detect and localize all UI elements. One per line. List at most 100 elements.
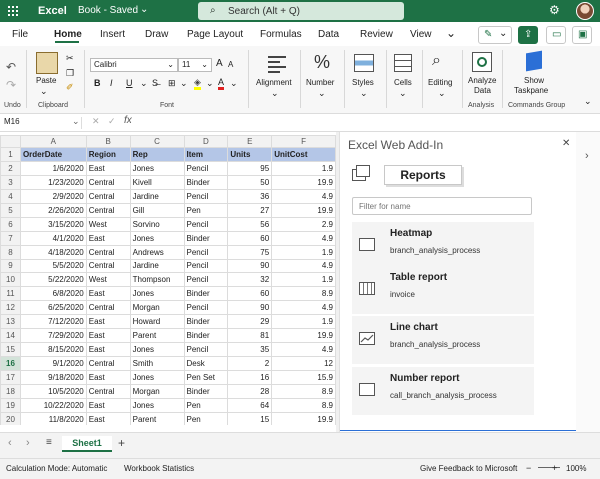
header-cell[interactable]: Region: [85, 147, 131, 162]
cell[interactable]: Central: [85, 356, 131, 371]
cell[interactable]: 60: [227, 230, 273, 246]
cell[interactable]: 19.9: [271, 174, 336, 190]
styles-button[interactable]: Styles: [352, 78, 374, 87]
cell[interactable]: 5/22/2020: [19, 272, 87, 288]
cell[interactable]: Pen: [183, 397, 229, 413]
cell[interactable]: 7/12/2020: [19, 314, 87, 330]
formula-input[interactable]: [142, 116, 336, 129]
column-header-d[interactable]: D: [183, 135, 229, 148]
feedback-link[interactable]: Give Feedback to Microsoft: [420, 464, 517, 473]
row-header[interactable]: 15: [0, 342, 21, 358]
row-header[interactable]: 18: [0, 383, 21, 399]
cell[interactable]: 9/1/2020: [19, 356, 87, 371]
calculation-mode[interactable]: Calculation Mode: Automatic: [6, 464, 107, 473]
header-cell[interactable]: UnitCost: [271, 147, 336, 162]
cell[interactable]: 6/8/2020: [19, 286, 87, 302]
report-item-number-report[interactable]: Number report call_branch_analysis_proce…: [352, 367, 534, 415]
styles-icon[interactable]: [354, 54, 374, 72]
paste-icon[interactable]: [36, 52, 58, 74]
cell[interactable]: 35: [227, 342, 273, 358]
cell[interactable]: Binder: [183, 174, 229, 190]
book-title[interactable]: Book - Saved: [78, 5, 138, 16]
cell[interactable]: Howard: [129, 314, 185, 330]
row-header[interactable]: 12: [0, 300, 21, 316]
cell[interactable]: Binder: [183, 314, 229, 330]
app-launcher-icon[interactable]: [8, 6, 18, 16]
cell[interactable]: 4.9: [271, 300, 336, 316]
cell[interactable]: Central: [85, 383, 131, 399]
cell[interactable]: Binder: [183, 286, 229, 302]
cell[interactable]: 1/6/2020: [19, 160, 87, 176]
cell[interactable]: 90: [227, 300, 273, 316]
cell[interactable]: 95: [227, 160, 273, 176]
tab-page-layout[interactable]: Page Layout: [187, 29, 243, 40]
show-taskpane-line2[interactable]: Taskpane: [514, 86, 548, 95]
row-header[interactable]: 13: [0, 314, 21, 330]
chevron-down-icon[interactable]: ⌄: [446, 26, 456, 40]
cell[interactable]: East: [85, 230, 131, 246]
cell[interactable]: Pencil: [183, 342, 229, 358]
zoom-in-icon[interactable]: +: [552, 463, 557, 473]
undo-icon[interactable]: ↶: [6, 60, 16, 74]
search-box[interactable]: ⌕ Search (Alt + Q): [198, 2, 404, 20]
column-header-a[interactable]: A: [19, 135, 87, 148]
row-header[interactable]: 8: [0, 244, 21, 260]
header-cell[interactable]: Units: [227, 147, 273, 162]
analyze-data-button-line2[interactable]: Data: [474, 86, 491, 95]
cell[interactable]: 12: [271, 356, 336, 371]
chevron-down-icon[interactable]: ⌄: [140, 78, 148, 89]
cell[interactable]: East: [85, 342, 131, 358]
font-size-select[interactable]: 11 ⌄: [178, 58, 212, 72]
cell[interactable]: Pencil: [183, 160, 229, 176]
cell[interactable]: 7/29/2020: [19, 328, 87, 344]
chevron-right-icon[interactable]: ›: [26, 437, 30, 449]
header-cell[interactable]: OrderDate: [19, 147, 87, 162]
row-header[interactable]: 4: [0, 188, 21, 204]
cell[interactable]: East: [85, 314, 131, 330]
font-color-icon[interactable]: A: [218, 78, 225, 90]
font-name-select[interactable]: Calibri ⌄: [90, 58, 178, 72]
column-header-c[interactable]: C: [129, 135, 185, 148]
cell[interactable]: Pen: [183, 202, 229, 218]
name-box[interactable]: M16: [2, 117, 82, 129]
cell[interactable]: 16: [227, 370, 273, 385]
comments-button[interactable]: ▭: [546, 26, 566, 44]
zoom-out-icon[interactable]: −: [526, 463, 531, 473]
cell[interactable]: Parent: [129, 411, 185, 425]
cell[interactable]: 60: [227, 286, 273, 302]
cell[interactable]: 8.9: [271, 383, 336, 399]
percent-icon[interactable]: %: [314, 52, 330, 73]
row-header[interactable]: 17: [0, 370, 21, 385]
redo-icon[interactable]: ↷: [6, 78, 16, 92]
confirm-icon[interactable]: ✓: [108, 116, 116, 127]
decrease-font-icon[interactable]: A: [228, 60, 233, 69]
cell[interactable]: 4.9: [271, 188, 336, 204]
row-header[interactable]: 10: [0, 272, 21, 288]
zoom-level[interactable]: 100%: [566, 464, 586, 473]
cell[interactable]: Gill: [129, 202, 185, 218]
analyze-data-button-line1[interactable]: Analyze: [468, 76, 496, 85]
cell[interactable]: 1.9: [271, 160, 336, 176]
cell[interactable]: 10/22/2020: [19, 397, 87, 413]
cell[interactable]: East: [85, 370, 131, 385]
close-icon[interactable]: ✕: [562, 138, 570, 149]
row-header[interactable]: 6: [0, 216, 21, 232]
chevron-down-icon[interactable]: ⌄: [360, 88, 368, 99]
header-cell[interactable]: Rep: [129, 147, 185, 162]
cell[interactable]: 4.9: [271, 230, 336, 246]
cell[interactable]: 11/8/2020: [19, 411, 87, 425]
cell[interactable]: 2/9/2020: [19, 188, 87, 204]
tab-view[interactable]: View: [410, 29, 432, 40]
cell[interactable]: 28: [227, 383, 273, 399]
cell[interactable]: 8.9: [271, 397, 336, 413]
cell[interactable]: Central: [85, 244, 131, 260]
cell[interactable]: Jones: [129, 342, 185, 358]
all-sheets-icon[interactable]: ≡: [46, 437, 52, 448]
cell[interactable]: Binder: [183, 383, 229, 399]
report-item-heatmap[interactable]: Heatmap branch_analysis_process: [352, 222, 534, 270]
chevron-right-icon[interactable]: ›: [585, 150, 589, 162]
chevron-down-icon[interactable]: ⌄: [438, 88, 446, 99]
add-sheet-icon[interactable]: +: [118, 436, 125, 450]
chevron-down-icon[interactable]: ⌄: [180, 78, 188, 89]
tab-data[interactable]: Data: [318, 29, 339, 40]
